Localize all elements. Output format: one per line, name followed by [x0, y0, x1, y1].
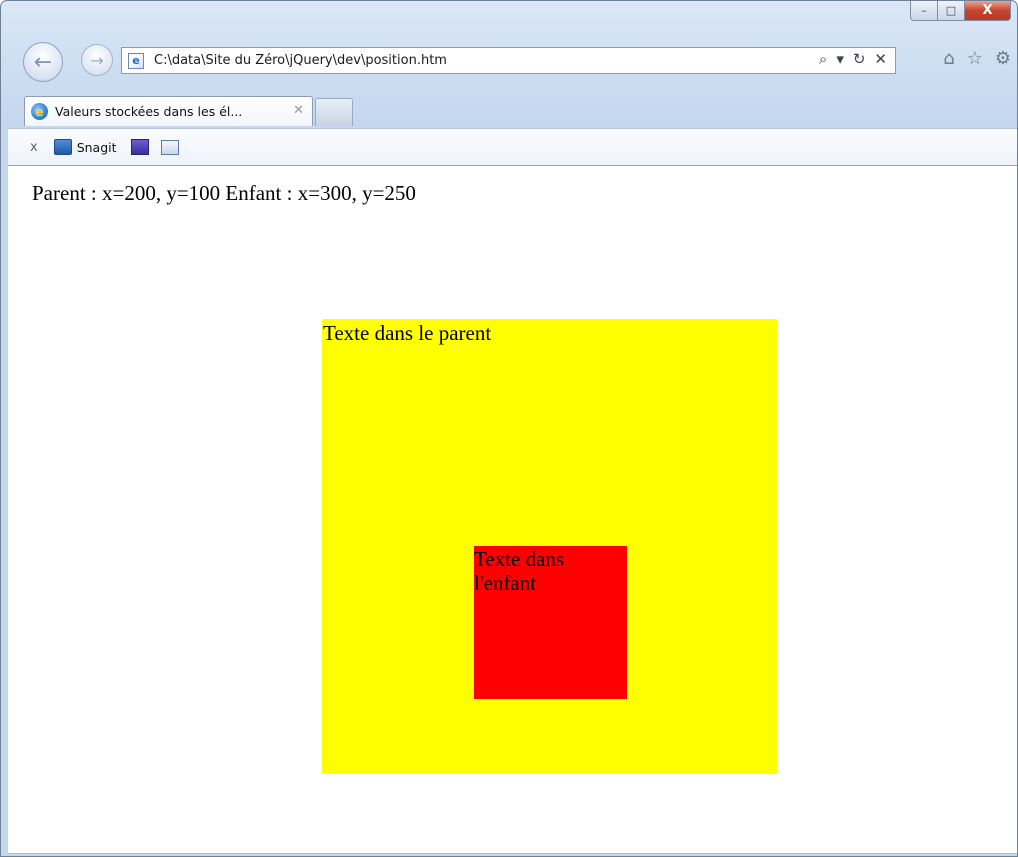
- edit-image-icon[interactable]: [160, 139, 179, 155]
- close-window-button[interactable]: X: [965, 1, 1011, 21]
- snagit-icon: [53, 139, 72, 155]
- address-actions: ⌕ ▾ ↻ ✕: [819, 50, 887, 68]
- parent-box: Texte dans le parent Texte dans l'enfant: [322, 319, 777, 774]
- maximize-button[interactable]: □: [938, 1, 965, 21]
- refresh-icon[interactable]: ↻: [853, 50, 866, 68]
- gear-icon[interactable]: ⚙: [995, 48, 1011, 69]
- browser-window: – □ X ← → e C:\data\Site du Zéro\jQuery\…: [0, 0, 1018, 857]
- page-viewport: Parent : x=200, y=100 Enfant : x=300, y=…: [8, 166, 1017, 854]
- search-icon[interactable]: ⌕: [819, 50, 827, 68]
- command-bar: x Snagit: [8, 128, 1017, 166]
- snagit-label: Snagit: [76, 139, 117, 155]
- ie-favicon-icon: e: [31, 103, 48, 120]
- page-icon: e: [128, 52, 144, 69]
- minimize-button[interactable]: –: [910, 1, 938, 21]
- back-arrow-icon: ←: [33, 49, 53, 75]
- dropdown-icon[interactable]: ▾: [836, 50, 844, 68]
- position-status-text: Parent : x=200, y=100 Enfant : x=300, y=…: [32, 181, 416, 205]
- parent-text: Texte dans le parent: [323, 321, 492, 345]
- child-box: Texte dans l'enfant: [474, 546, 627, 699]
- url-text[interactable]: C:\data\Site du Zéro\jQuery\dev\position…: [154, 53, 447, 68]
- tab-close-icon[interactable]: ✕: [293, 103, 304, 118]
- tab-active[interactable]: e Valeurs stockées dans les él... ✕: [24, 96, 313, 126]
- address-bar[interactable]: e C:\data\Site du Zéro\jQuery\dev\positi…: [121, 47, 896, 74]
- tab-row: e Valeurs stockées dans les él... ✕: [1, 94, 1017, 128]
- favorites-star-icon[interactable]: ☆: [967, 48, 983, 69]
- snagit-button[interactable]: Snagit: [53, 139, 117, 155]
- tab-title: Valeurs stockées dans les él...: [55, 104, 243, 119]
- back-button[interactable]: ←: [23, 42, 63, 82]
- browser-toolbar-icons: ⌂ ☆ ⚙: [943, 48, 1011, 69]
- stop-icon[interactable]: ✕: [874, 50, 887, 68]
- forward-arrow-icon: →: [90, 50, 104, 70]
- new-tab-button[interactable]: [315, 98, 353, 126]
- close-toolbar-icon[interactable]: x: [30, 140, 38, 155]
- navigation-bar: ← → e C:\data\Site du Zéro\jQuery\dev\po…: [1, 42, 1017, 84]
- child-text: Texte dans l'enfant: [474, 547, 565, 595]
- home-icon[interactable]: ⌂: [943, 48, 954, 69]
- forward-button[interactable]: →: [81, 44, 113, 76]
- window-caption-buttons: – □ X: [910, 1, 1011, 23]
- capture-window-icon[interactable]: [130, 139, 149, 155]
